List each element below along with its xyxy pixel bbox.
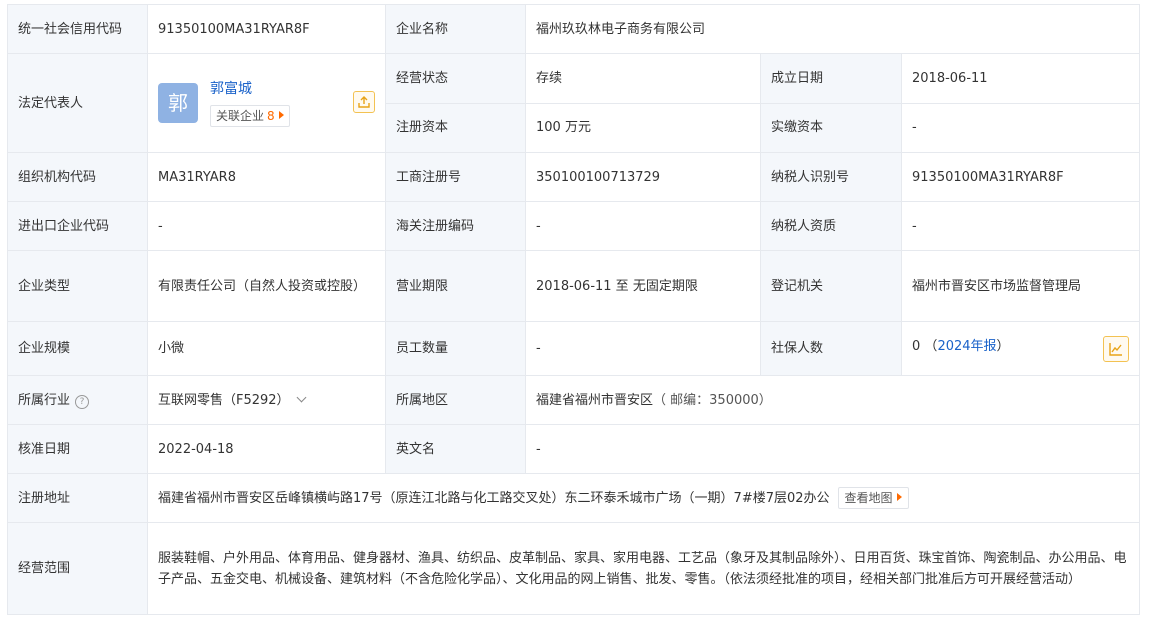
customs-code-label: 海关注册编码: [385, 201, 526, 251]
annual-report-link[interactable]: 2024年报: [937, 339, 996, 354]
biz-scope-label: 经营范围: [7, 522, 148, 615]
region-postcode: （ 邮编：350000）: [653, 392, 772, 408]
employees-label: 员工数量: [385, 321, 526, 376]
region-cell: 福建省福州市晋安区（ 邮编：350000）: [524, 375, 1141, 425]
region-label: 所属地区: [385, 375, 526, 425]
biz-term-label: 营业期限: [385, 250, 526, 322]
trend-chart-button[interactable]: [1103, 335, 1130, 362]
legal-rep-block: 郭 郭富城 关联企业 8: [158, 54, 375, 152]
employees-value: -: [525, 321, 761, 376]
industry-label: 所属行业: [18, 392, 71, 408]
status-label: 经营状态: [385, 53, 526, 104]
company-type-value: 有限责任公司（自然人投资或控股）: [147, 250, 386, 322]
reg-address-cell: 福建省福州市晋安区岳峰镇横屿路17号（原连江北路与化工路交叉处）东二环泰禾城市广…: [146, 473, 1141, 523]
social-security-value: 0: [912, 338, 921, 354]
legal-rep-cell: 郭 郭富城 关联企业 8: [147, 53, 386, 153]
arrow-right-icon: [896, 493, 902, 501]
industry-cell[interactable]: 互联网零售（F5292）: [147, 375, 386, 425]
taxpayer-id-label: 纳税人识别号: [760, 152, 902, 202]
founded-label: 成立日期: [760, 53, 902, 104]
reg-authority-value: 福州市晋安区市场监督管理局: [900, 250, 1141, 322]
customs-code-value: -: [525, 201, 761, 251]
import-export-label: 进出口企业代码: [7, 201, 148, 251]
share-button[interactable]: [353, 91, 375, 113]
avatar: 郭: [158, 83, 198, 123]
view-map-label: 查看地图: [844, 491, 893, 505]
trend-chart-icon: [1109, 342, 1123, 356]
reg-capital-label: 注册资本: [385, 102, 526, 153]
related-companies-count: 8: [267, 109, 275, 123]
biz-reg-no-value: 350100100713729: [525, 152, 761, 202]
company-name-label: 企业名称: [385, 4, 526, 54]
org-code-label: 组织机构代码: [7, 152, 148, 202]
report-paren-open: （: [924, 338, 938, 354]
social-security-label: 社保人数: [760, 321, 902, 376]
taxpayer-id-value: 91350100MA31RYAR8F: [900, 152, 1141, 202]
english-name-label: 英文名: [385, 424, 526, 474]
paid-capital-label: 实缴资本: [760, 102, 902, 153]
arrow-right-icon: [278, 111, 284, 119]
industry-value: 互联网零售（F5292）: [158, 392, 290, 408]
import-export-value: -: [147, 201, 386, 251]
view-map-button[interactable]: 查看地图: [837, 487, 909, 509]
taxpayer-qual-value: -: [900, 201, 1141, 251]
english-name-value: -: [524, 424, 1141, 474]
chevron-down-icon[interactable]: [296, 392, 307, 402]
reg-address-label: 注册地址: [7, 473, 148, 523]
org-code-value: MA31RYAR8: [147, 152, 386, 202]
report-paren-close: ）: [996, 338, 1010, 354]
company-name-value: 福州玖玖林电子商务有限公司: [524, 4, 1141, 54]
share-icon: [358, 96, 370, 108]
reg-capital-value: 100 万元: [525, 102, 761, 153]
region-value: 福建省福州市晋安区: [536, 392, 654, 408]
company-info-table: 统一社会信用代码 91350100MA31RYAR8F 企业名称 福州玖玖林电子…: [7, 4, 1141, 615]
scale-value: 小微: [147, 321, 386, 376]
related-companies-tag[interactable]: 关联企业 8: [210, 105, 290, 127]
social-security-cell: 0 （2024年报）: [900, 321, 1141, 376]
credit-code-value: 91350100MA31RYAR8F: [147, 4, 386, 54]
biz-reg-no-label: 工商注册号: [385, 152, 526, 202]
credit-code-label: 统一社会信用代码: [7, 4, 148, 54]
industry-label-cell: 所属行业?: [7, 375, 148, 425]
help-icon[interactable]: ?: [75, 394, 90, 409]
paid-capital-value: -: [900, 102, 1141, 153]
legal-rep-name-link[interactable]: 郭富城: [210, 80, 252, 98]
approval-date-label: 核准日期: [7, 424, 148, 474]
legal-rep-label: 法定代表人: [7, 53, 148, 153]
scale-label: 企业规模: [7, 321, 148, 376]
biz-scope-value: 服装鞋帽、户外用品、体育用品、健身器材、渔具、纺织品、皮革制品、家具、家用电器、…: [146, 522, 1141, 615]
status-value: 存续: [525, 53, 761, 104]
approval-date-value: 2022-04-18: [147, 424, 386, 474]
company-type-label: 企业类型: [7, 250, 148, 322]
reg-address-value: 福建省福州市晋安区岳峰镇横屿路17号（原连江北路与化工路交叉处）东二环泰禾城市广…: [158, 491, 830, 506]
related-companies-label: 关联企业: [216, 109, 265, 123]
biz-term-value: 2018-06-11 至 无固定期限: [525, 250, 761, 322]
founded-value: 2018-06-11: [900, 53, 1141, 104]
reg-authority-label: 登记机关: [760, 250, 902, 322]
taxpayer-qual-label: 纳税人资质: [760, 201, 902, 251]
